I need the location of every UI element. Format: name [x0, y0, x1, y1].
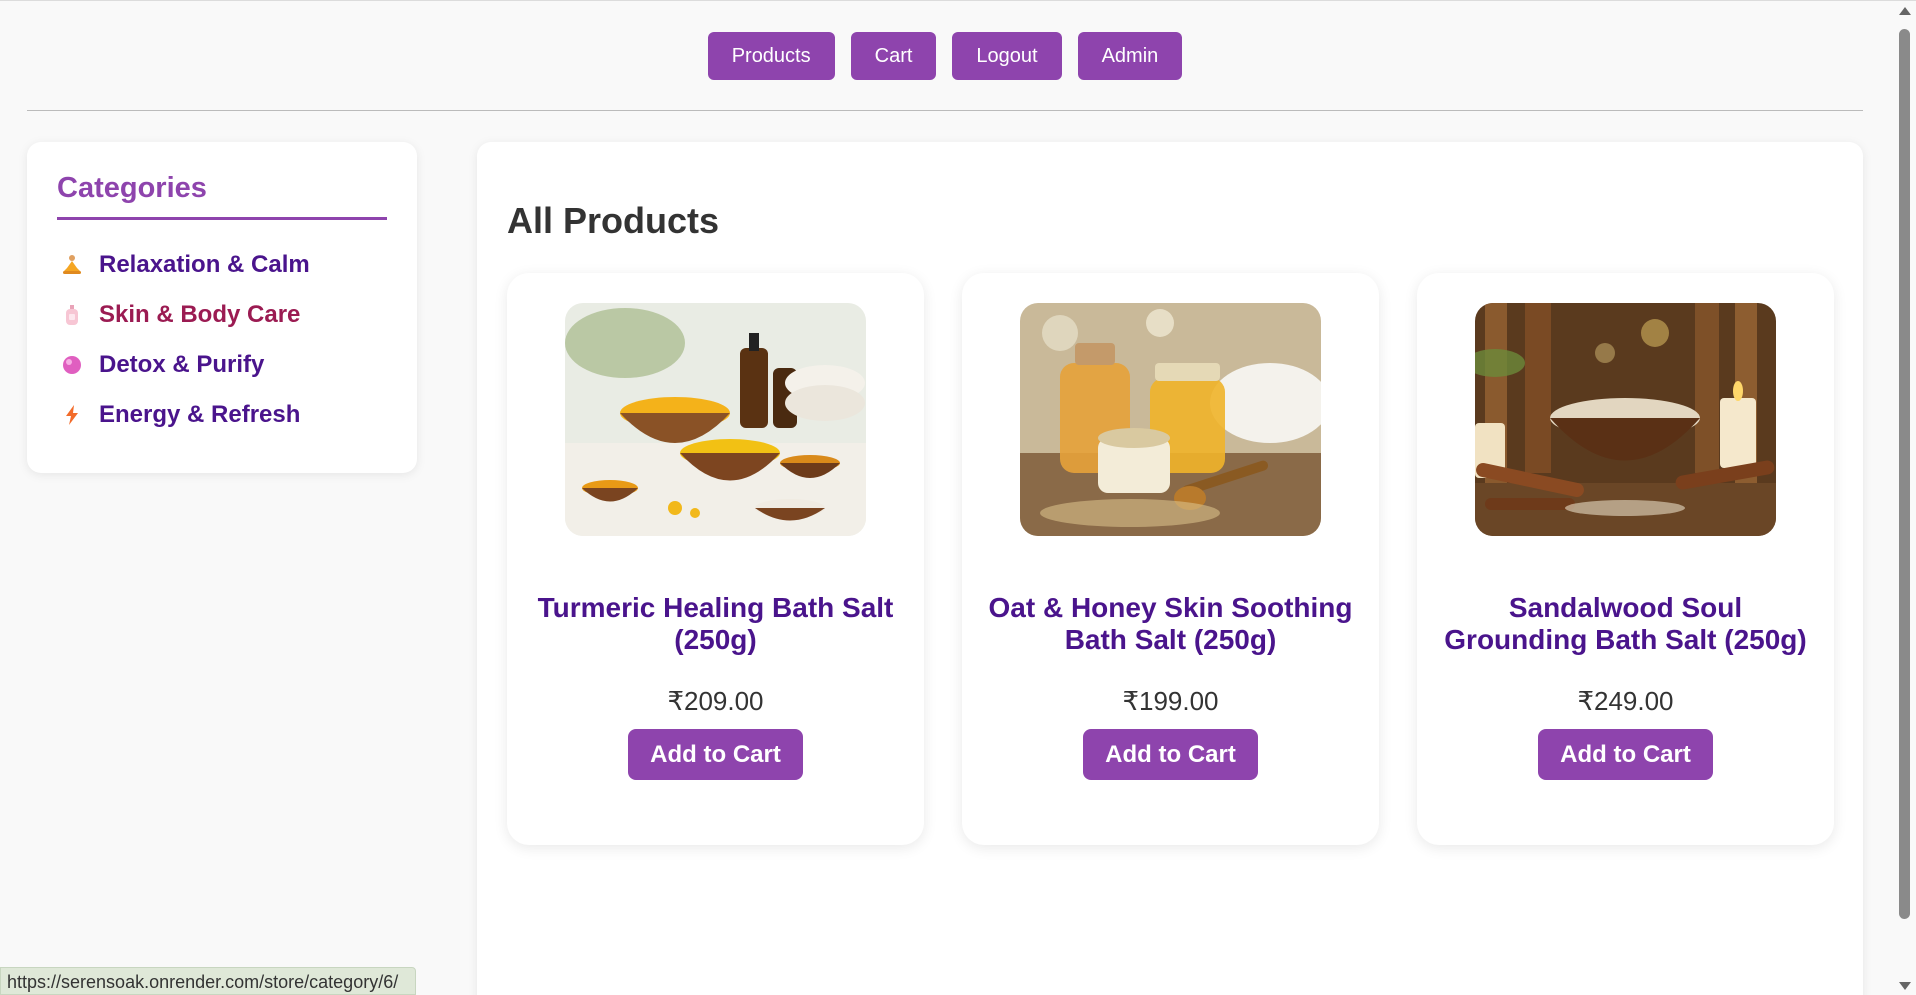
product-image-turmeric[interactable]: [565, 303, 866, 536]
soap-bubble-icon: [61, 354, 83, 376]
scroll-up-arrow-icon[interactable]: [1899, 7, 1911, 15]
meditation-icon: [61, 254, 83, 276]
product-name[interactable]: Oat & Honey Skin Soothing Bath Salt (250…: [981, 592, 1361, 656]
lightning-icon: [61, 404, 83, 426]
product-price: ₹209.00: [667, 686, 764, 716]
add-to-cart-button[interactable]: Add to Cart: [1083, 729, 1258, 780]
product-card: Turmeric Healing Bath Salt (250g) ₹209.0…: [507, 273, 924, 845]
category-label: Energy & Refresh: [99, 401, 301, 428]
product-card: Oat & Honey Skin Soothing Bath Salt (250…: [962, 273, 1379, 845]
categories-sidebar: Categories Relaxation & Calm Skin & Body: [27, 142, 417, 473]
category-skin-body-care[interactable]: Skin & Body Care: [57, 290, 387, 340]
category-relaxation-calm[interactable]: Relaxation & Calm: [57, 240, 387, 290]
product-price: ₹249.00: [1577, 686, 1674, 716]
product-image-oat-honey[interactable]: [1020, 303, 1321, 536]
category-list: Relaxation & Calm Skin & Body Care Detox…: [57, 240, 387, 440]
product-price: ₹199.00: [1122, 686, 1219, 716]
category-energy-refresh[interactable]: Energy & Refresh: [57, 390, 387, 440]
scrollbar-thumb[interactable]: [1899, 29, 1910, 919]
page-title: All Products: [507, 200, 720, 241]
nav-products-button[interactable]: Products: [707, 32, 835, 80]
category-label: Relaxation & Calm: [99, 251, 310, 278]
top-nav: Products Cart Logout Admin: [0, 32, 1890, 80]
status-bar-url: https://serensoak.onrender.com/store/cat…: [0, 967, 416, 995]
product-name[interactable]: Turmeric Healing Bath Salt (250g): [526, 592, 906, 656]
add-to-cart-button[interactable]: Add to Cart: [1538, 729, 1713, 780]
product-grid: Turmeric Healing Bath Salt (250g) ₹209.0…: [507, 273, 1834, 845]
product-name[interactable]: Sandalwood Soul Grounding Bath Salt (250…: [1436, 592, 1816, 656]
products-panel: All Products Turmeric Healing Bath Salt …: [477, 142, 1863, 995]
add-to-cart-button[interactable]: Add to Cart: [628, 729, 803, 780]
nav-cart-button[interactable]: Cart: [850, 32, 937, 80]
header-divider: [27, 110, 1863, 111]
nav-logout-button[interactable]: Logout: [952, 32, 1062, 80]
category-label: Skin & Body Care: [99, 301, 301, 328]
product-card: Sandalwood Soul Grounding Bath Salt (250…: [1417, 273, 1834, 845]
category-detox-purify[interactable]: Detox & Purify: [57, 340, 387, 390]
category-label: Detox & Purify: [99, 351, 265, 378]
scroll-down-arrow-icon[interactable]: [1899, 982, 1911, 990]
product-image-sandalwood[interactable]: [1475, 303, 1776, 536]
scrollbar[interactable]: [1894, 1, 1916, 995]
lotion-bottle-icon: [61, 304, 83, 326]
sidebar-title: Categories: [57, 172, 387, 220]
nav-admin-button[interactable]: Admin: [1077, 32, 1183, 80]
